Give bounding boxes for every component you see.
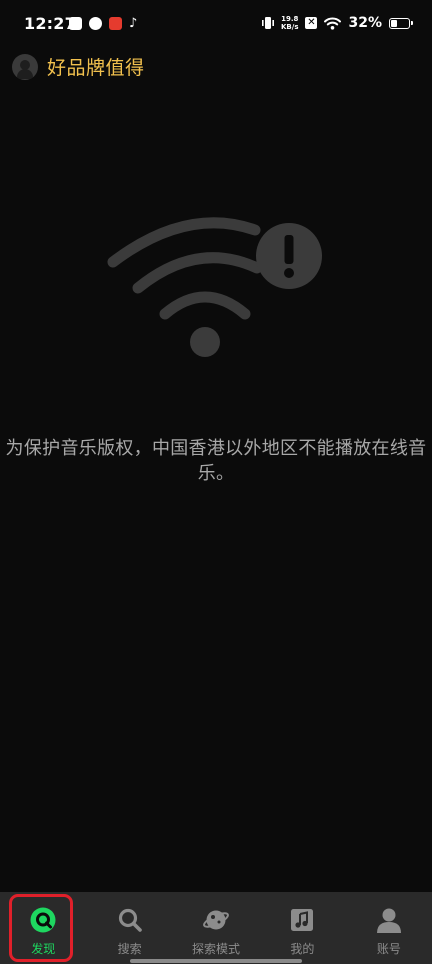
battery-level xyxy=(391,19,398,27)
nav-explore-mode-label: 探索模式 xyxy=(192,942,241,956)
header: 好品牌值得 xyxy=(12,53,145,80)
music-library-icon xyxy=(291,909,314,931)
nav-account[interactable]: 账号 xyxy=(346,892,432,964)
nav-account-label: 账号 xyxy=(376,942,401,956)
copyright-message: 为保护音乐版权，中国香港以外地区不能播放在线音乐。 xyxy=(5,438,427,484)
battery-percent: 32% xyxy=(348,15,382,31)
nav-my-music[interactable]: 我的 xyxy=(259,892,345,964)
news-notification-icon xyxy=(109,17,122,30)
wifi-error-icon xyxy=(107,217,322,357)
no-sim-icon: ✕ xyxy=(305,17,318,29)
status-right: 19.8 KB/s ✕ 32% xyxy=(262,15,413,31)
planet-icon xyxy=(203,910,229,930)
battery-icon xyxy=(389,17,413,29)
vibrate-icon xyxy=(262,17,274,29)
network-speed: 19.8 KB/s xyxy=(281,15,298,31)
nav-discover[interactable]: 发现 xyxy=(0,892,86,964)
tiktok-icon: ♪ xyxy=(129,16,138,31)
avatar-icon[interactable] xyxy=(12,53,38,80)
home-indicator[interactable] xyxy=(130,959,302,963)
search-icon xyxy=(118,908,142,932)
nav-search-label: 搜索 xyxy=(117,942,142,956)
nav-discover-label: 发现 xyxy=(31,942,56,956)
page-title: 好品牌值得 xyxy=(47,57,145,79)
discover-icon xyxy=(30,907,56,933)
notification-icons: ♪ xyxy=(69,17,137,30)
message-notification-icon xyxy=(69,17,82,30)
network-speed-unit: KB/s xyxy=(281,23,299,31)
app-notification-icon xyxy=(89,17,102,30)
nav-explore-mode[interactable]: 探索模式 xyxy=(173,892,259,964)
nav-search[interactable]: 搜索 xyxy=(86,892,172,964)
account-icon xyxy=(376,908,401,933)
wifi-icon xyxy=(324,17,342,30)
nav-my-music-label: 我的 xyxy=(290,942,315,956)
status-bar: 12:27 ♪ 19.8 KB/s ✕ 32% xyxy=(0,0,432,50)
network-speed-value: 19.8 xyxy=(281,15,299,23)
bottom-nav: 发现 搜索 探索模式 我的 账号 xyxy=(0,892,432,964)
